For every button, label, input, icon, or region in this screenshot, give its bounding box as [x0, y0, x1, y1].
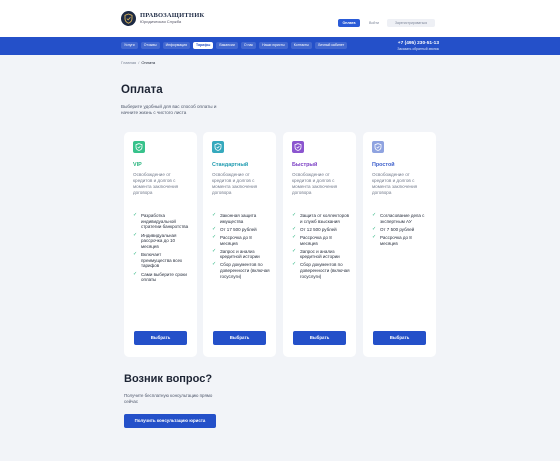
shield-icon — [372, 141, 384, 153]
question-text: Получите бесплатную консультацию прямо с… — [124, 393, 213, 404]
nav-item-contacts[interactable]: Контакты — [290, 42, 312, 49]
breadcrumb-current: Оплата — [141, 60, 156, 65]
page-title: Оплата — [121, 84, 163, 96]
brand[interactable]: ПРАВОЗАЩИТНИК Юридическая Служба — [140, 12, 204, 25]
shield-icon — [292, 141, 304, 153]
feature-item: ✓ Согласование дела с экспертным АУ — [372, 212, 425, 224]
feature-item: ✓ От 12 500 рублей — [292, 225, 337, 232]
check-icon: ✓ — [372, 212, 377, 218]
feature-item: ✓ От 7 500 рублей — [372, 225, 415, 232]
feature-item: ✓ Сами выберите сроки оплаты — [133, 270, 187, 283]
contact-block: +7 (495) 230-51-13 Заказать обратный зво… — [397, 41, 439, 52]
feature-item: ✓ Индивидуальная рассрочка до 10 месяцев — [133, 231, 177, 249]
feature-item: ✓ От 17 500 рублей — [212, 225, 257, 232]
plan-name: Стандартный — [212, 162, 249, 168]
nav-item-info[interactable]: Информация — [162, 42, 191, 49]
pay-button[interactable]: Оплата — [338, 19, 360, 27]
breadcrumb-separator: / — [138, 60, 140, 65]
feature-item: ✓ Рассрочка до 8 месяцев — [292, 233, 332, 246]
choose-plan-button[interactable]: Выбрать — [134, 331, 187, 345]
nav-item-about[interactable]: О нас — [240, 42, 257, 49]
feature-item: ✓ Сбор документов по доверенности (включа… — [212, 261, 270, 279]
main-content — [0, 55, 560, 461]
feature-item: ✓ Включает преимущества всех тарифов — [133, 251, 183, 269]
check-icon: ✓ — [133, 251, 138, 257]
plan-card-fast: Быстрый Освобождение от кредитов и долго… — [283, 132, 356, 357]
feature-list: ✓ Законная защита имущества ✓ От 17 500 ру… — [212, 212, 270, 282]
check-icon: ✓ — [212, 233, 217, 240]
check-icon: ✓ — [372, 233, 377, 240]
question-title: Возник вопрос? — [124, 373, 213, 385]
plan-card-standard: Стандартный Освобождение от кредитов и д… — [203, 132, 276, 357]
nav-item-services[interactable]: Услуги — [121, 42, 138, 49]
feature-list: ✓ Согласование дела с экспертным АУ ✓ От 7… — [372, 212, 430, 249]
choose-plan-button[interactable]: Выбрать — [213, 331, 266, 345]
feature-item: ✓ Законная защита имущества — [212, 212, 257, 224]
plan-description: Освобождение от кредитов и долгов с моме… — [133, 172, 179, 195]
feature-item: ✓ Защита от коллекторов и служб взыскания — [292, 212, 350, 224]
feature-list: ✓ Разработка индивидуальной стратегии бан… — [133, 212, 191, 285]
check-icon: ✓ — [133, 270, 138, 277]
consultation-button[interactable]: Получить консультацию юриста — [124, 414, 216, 428]
nav-item-account[interactable]: Личный кабинет — [314, 42, 348, 49]
plan-name: Простой — [372, 162, 395, 168]
nav-item-lawyers[interactable]: Наши юристы — [259, 42, 288, 49]
breadcrumb-home[interactable]: Главная — [121, 60, 136, 65]
plan-card-simple: Простой Освобождение от кредитов и долго… — [363, 132, 436, 357]
nav-item-vacancies[interactable]: Вакансии — [216, 42, 238, 49]
main-nav: Услуги Отзывы Информация Тарифы Вакансии… — [121, 42, 348, 49]
plan-description: Освобождение от кредитов и долгов с моме… — [212, 172, 258, 195]
check-icon: ✓ — [292, 261, 297, 268]
top-header: ПРАВОЗАЩИТНИК Юридическая Служба Оплата … — [0, 0, 560, 37]
callback-link[interactable]: Заказать обратный звонок — [397, 47, 439, 52]
plan-description: Освобождение от кредитов и долгов с моме… — [292, 172, 338, 195]
brand-name: ПРАВОЗАЩИТНИК — [140, 12, 205, 19]
plan-name: VIP — [133, 162, 142, 168]
nav-bar: Услуги Отзывы Информация Тарифы Вакансии… — [0, 37, 560, 55]
shield-icon — [133, 141, 145, 153]
feature-item: ✓ Рассрочка до 8 месяцев — [212, 233, 252, 246]
plan-name: Быстрый — [292, 162, 318, 168]
feature-item: ✓ Запрос и анализ кредитной истории — [292, 247, 340, 260]
shield-icon[interactable] — [121, 11, 136, 26]
feature-item: ✓ Рассрочка до 8 месяцев — [372, 233, 412, 246]
check-icon: ✓ — [292, 233, 297, 240]
plan-card-vip: VIP Освобождение от кредитов и долгов с … — [124, 132, 197, 357]
check-icon: ✓ — [292, 247, 297, 254]
feature-item: ✓ Разработка индивидуальной стратегии бан… — [133, 212, 189, 230]
check-icon: ✓ — [133, 231, 138, 238]
choose-plan-button[interactable]: Выбрать — [293, 331, 346, 345]
check-icon: ✓ — [292, 212, 297, 218]
feature-item: ✓ Сбор документов по доверенности (включа… — [292, 261, 350, 279]
check-icon: ✓ — [212, 261, 217, 268]
check-icon: ✓ — [372, 225, 377, 232]
check-icon: ✓ — [292, 225, 297, 232]
feature-item: ✓ Запрос и анализ кредитной истории — [212, 247, 260, 260]
check-icon: ✓ — [212, 225, 217, 232]
feature-list: ✓ Защита от коллекторов и служб взыскания… — [292, 212, 350, 282]
nav-item-reviews[interactable]: Отзывы — [140, 42, 160, 49]
login-link[interactable]: Войти — [366, 19, 382, 27]
brand-subtitle: Юридическая Служба — [140, 19, 182, 24]
plan-description: Освобождение от кредитов и долгов с моме… — [372, 172, 418, 195]
check-icon: ✓ — [212, 212, 217, 218]
check-icon: ✓ — [133, 212, 138, 218]
check-icon: ✓ — [212, 247, 217, 254]
shield-icon — [212, 141, 224, 153]
register-button[interactable]: Зарегистрироваться — [387, 19, 435, 27]
page-intro: Выберите удобный для вас способ оплаты и… — [121, 104, 217, 115]
choose-plan-button[interactable]: Выбрать — [373, 331, 426, 345]
nav-item-tariffs[interactable]: Тарифы — [193, 42, 214, 49]
breadcrumb: Главная / Оплата — [121, 60, 155, 65]
